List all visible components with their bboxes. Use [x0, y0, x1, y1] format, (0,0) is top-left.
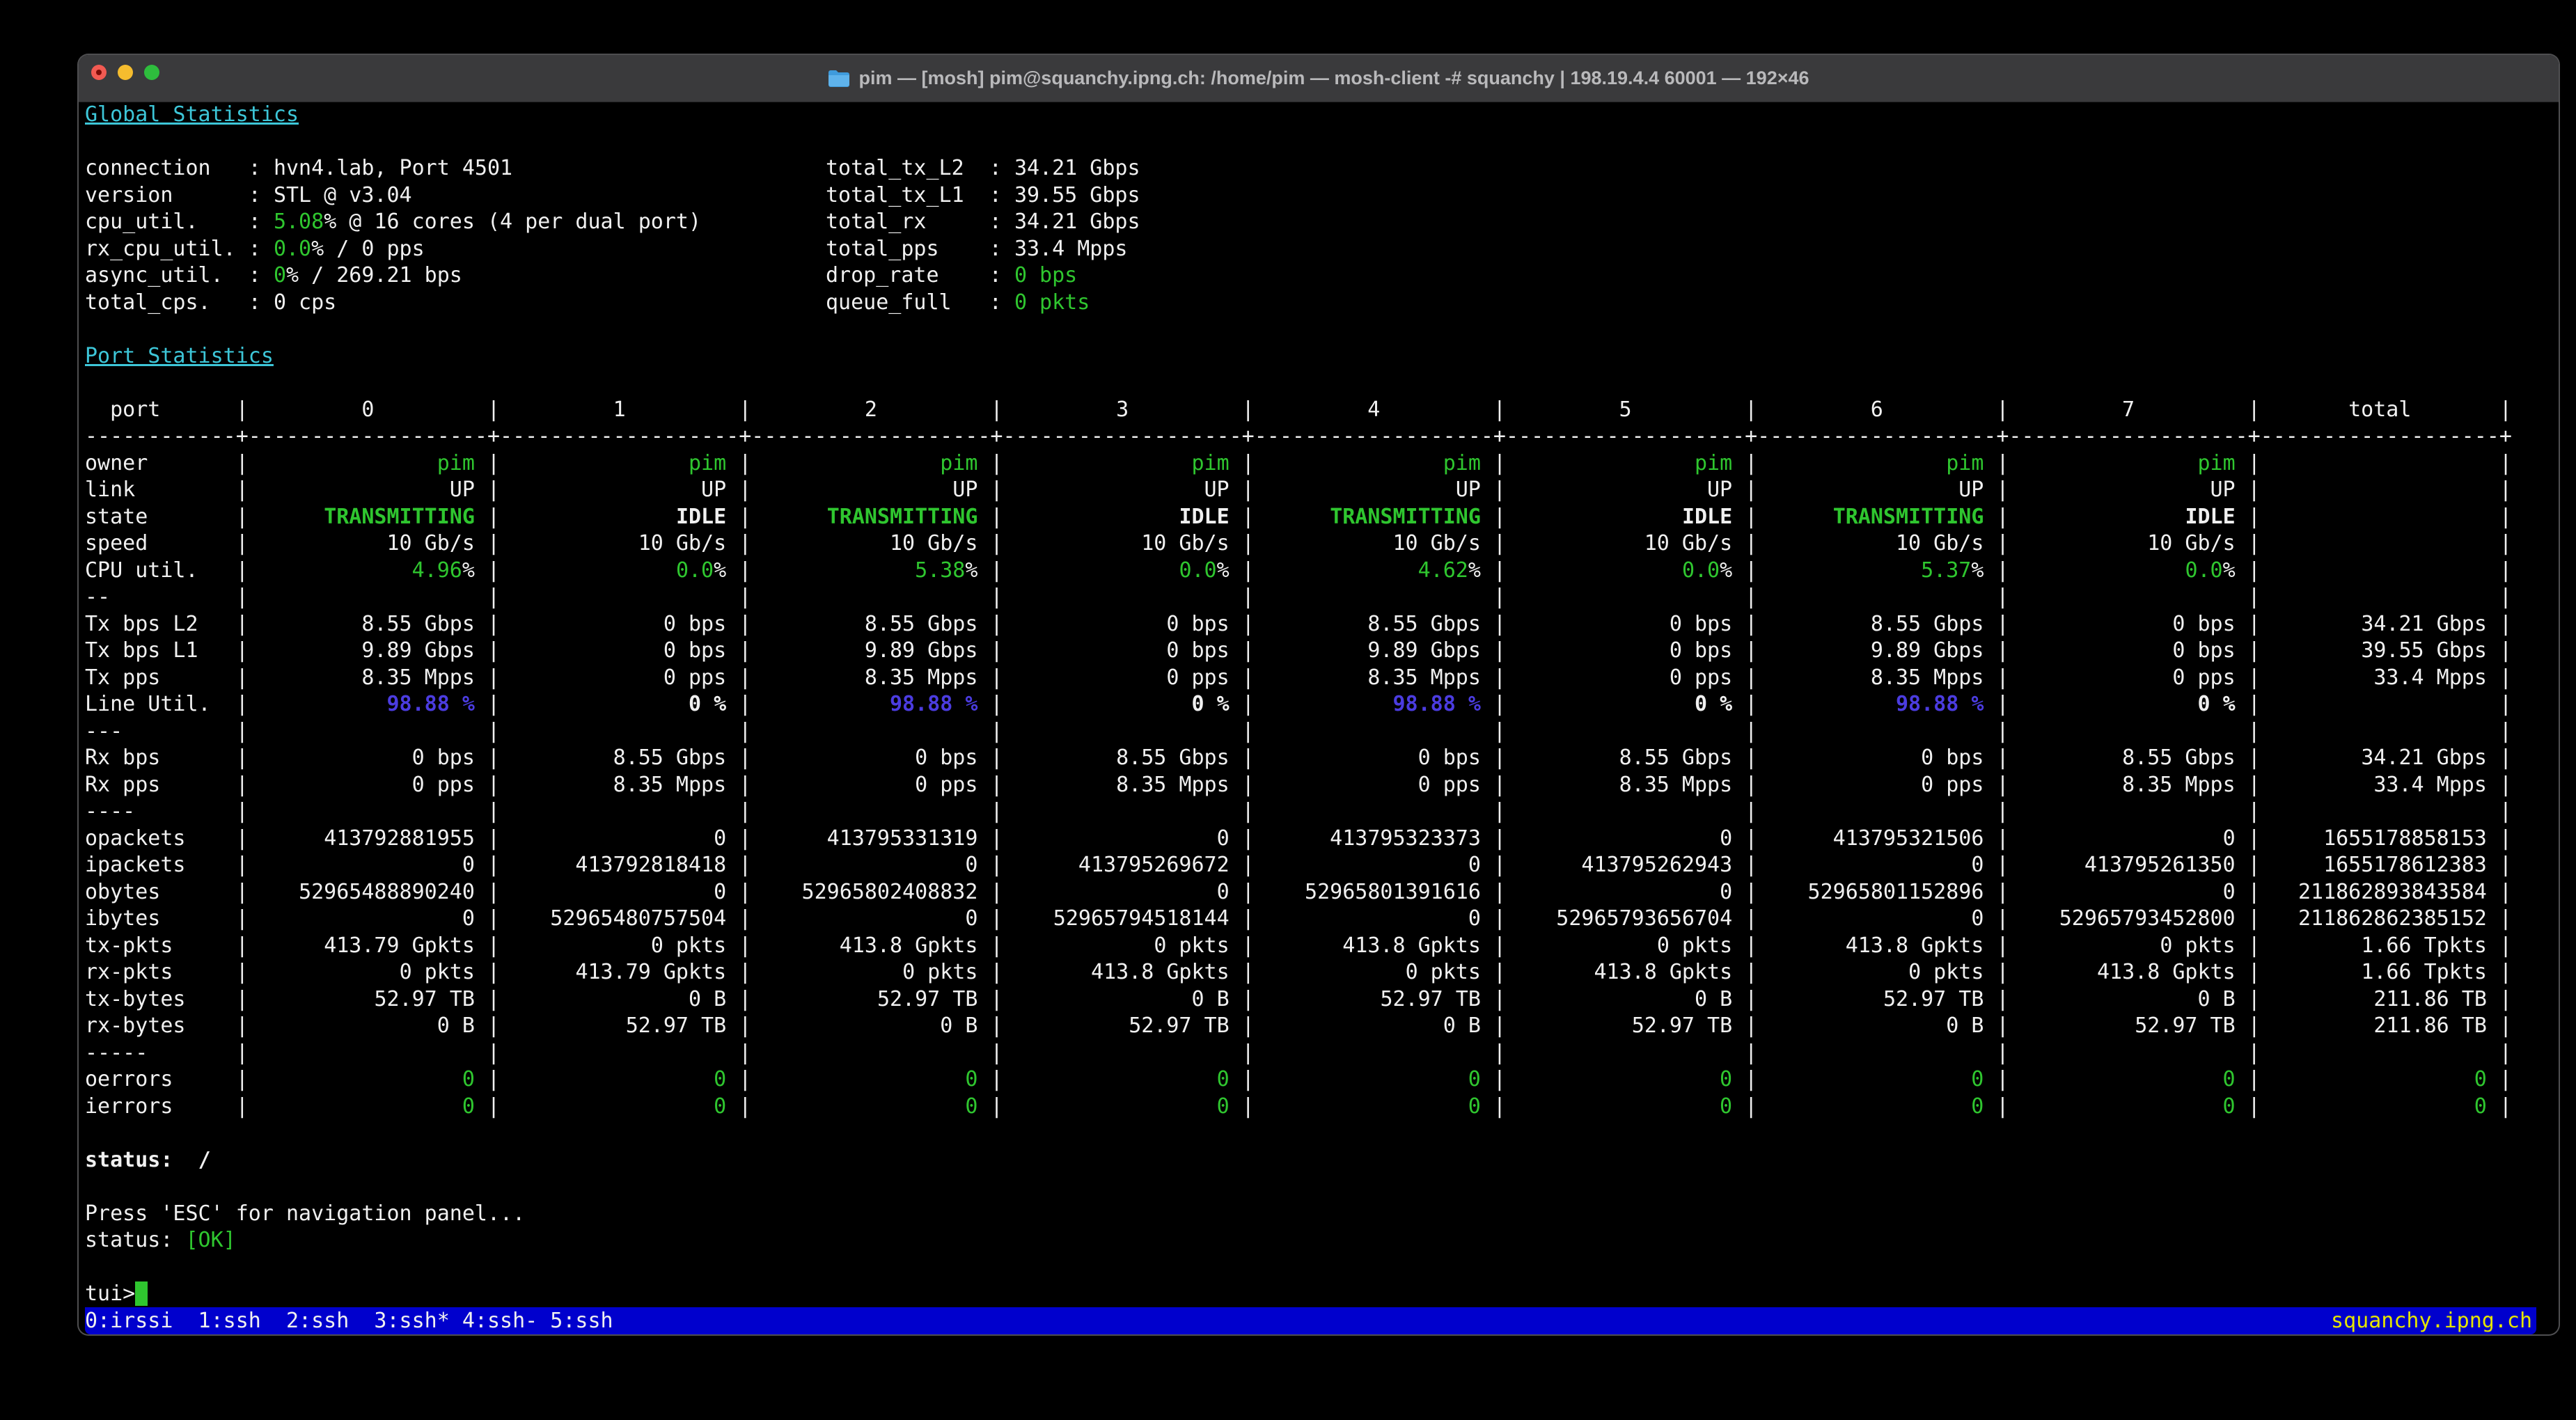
table-spacer-row: ----- | | | | | | | | | | [85, 1040, 2512, 1065]
global-stats-row: async_util. : 0% / 269.21 bps drop_rate :… [85, 263, 1078, 287]
status-spinner-line: status: / [85, 1147, 211, 1172]
titlebar: pim — [mosh] pim@squanchy.ipng.ch: /home… [79, 55, 2559, 102]
status-ok-line: status: [OK] [85, 1228, 236, 1252]
table-row: Tx pps | 8.35 Mpps | 0 pps | 8.35 Mpps |… [85, 665, 2513, 690]
tmux-window-list: 0:irssi 1:ssh 2:ssh 3:ssh* 4:ssh- 5:ssh [85, 1309, 613, 1333]
terminal-window: pim — [mosh] pim@squanchy.ipng.ch: /home… [79, 55, 2559, 1334]
terminal-screen[interactable]: Global Statistics connection : hvn4.lab, … [85, 102, 2543, 1308]
table-row: link | UP | UP | UP | UP | UP | UP | UP … [85, 478, 2512, 502]
table-row: Tx bps L1 | 9.89 Gbps | 0 bps | 9.89 Gbp… [85, 638, 2513, 663]
table-row: Rx bps | 0 bps | 8.55 Gbps | 0 bps | 8.5… [85, 746, 2513, 770]
global-stats-row: connection : hvn4.lab, Port 4501 total_tx… [85, 156, 1140, 180]
global-stats-row: version : STL @ v3.04 total_tx_L1 : 39.55… [85, 182, 1140, 207]
table-spacer-row: --- | | | | | | | | | | [85, 718, 2512, 743]
table-row: owner | pim | pim | pim | pim | pim | pi… [85, 450, 2513, 475]
global-stats-row: cpu_util. : 5.08% @ 16 cores (4 per dual… [85, 210, 1140, 234]
table-row: tx-pkts | 413.79 Gpkts | 0 pkts | 413.8 … [85, 933, 2513, 958]
table-row: Tx bps L2 | 8.55 Gbps | 0 bps | 8.55 Gbp… [85, 611, 2513, 636]
table-row: Rx pps | 0 pps | 8.35 Mpps | 0 pps | 8.3… [85, 772, 2513, 797]
table-row: rx-bytes | 0 B | 52.97 TB | 0 B | 52.97 … [85, 1013, 2513, 1038]
global-statistics-heading: Global Statistics [85, 102, 299, 127]
global-stats-row: total_cps. : 0 cps queue_full : 0 pkts [85, 290, 1090, 315]
tmux-status-bar: 0:irssi 1:ssh 2:ssh 3:ssh* 4:ssh- 5:ssh … [85, 1307, 2536, 1334]
cursor-block [135, 1281, 148, 1306]
table-row: oerrors | 0 | 0 | 0 | 0 | 0 | 0 | 0 | 0 … [85, 1067, 2512, 1091]
window-title-text: pim — [mosh] pim@squanchy.ipng.ch: /home… [858, 68, 1809, 88]
port-statistics-heading: Port Statistics [85, 343, 274, 368]
table-row: obytes | 52965488890240 | 0 | 5296580240… [85, 879, 2512, 904]
table-row: state | TRANSMITTING | IDLE | TRANSMITTI… [85, 504, 2513, 529]
table-row: ipackets | 0 | 413792818418 | 0 | 413795… [85, 853, 2512, 877]
table-row: rx-pkts | 0 pkts | 413.79 Gpkts | 0 pkts… [85, 960, 2513, 984]
tmux-hostname: squanchy.ipng.ch [2331, 1309, 2532, 1333]
table-row: Line Util. | 98.88 % | 0 % | 98.88 % | 0… [85, 692, 2513, 716]
table-spacer-row: ---- | | | | | | | | | | [85, 799, 2512, 823]
folder-icon [828, 70, 850, 87]
table-row: tx-bytes | 52.97 TB | 0 B | 52.97 TB | 0… [85, 986, 2513, 1011]
table-row: opackets | 413792881955 | 0 | 4137953313… [85, 826, 2512, 851]
table-row: CPU util. | 4.96% | 0.0% | 5.38% | 0.0% … [85, 558, 2513, 583]
press-esc-line: Press 'ESC' for navigation panel... [85, 1201, 526, 1226]
table-row: ibytes | 0 | 52965480757504 | 0 | 529657… [85, 906, 2512, 931]
table-header-row: port | 0 | 1 | 2 | 3 | 4 | 5 | 6 | 7 | t… [85, 397, 2512, 422]
desktop-background: pim — [mosh] pim@squanchy.ipng.ch: /home… [0, 0, 2576, 1420]
table-separator-row: ------------+-------------------+-------… [85, 424, 2512, 448]
global-stats-row: rx_cpu_util. : 0.0% / 0 pps total_pps : 3… [85, 236, 1128, 261]
table-spacer-row: -- | | | | | | | | | | [85, 585, 2512, 609]
table-row: speed | 10 Gb/s | 10 Gb/s | 10 Gb/s | 10… [85, 531, 2513, 555]
window-title: pim — [mosh] pim@squanchy.ipng.ch: /home… [79, 55, 2559, 102]
prompt-line[interactable]: tui> [85, 1281, 2543, 1308]
table-row: ierrors | 0 | 0 | 0 | 0 | 0 | 0 | 0 | 0 … [85, 1094, 2512, 1119]
